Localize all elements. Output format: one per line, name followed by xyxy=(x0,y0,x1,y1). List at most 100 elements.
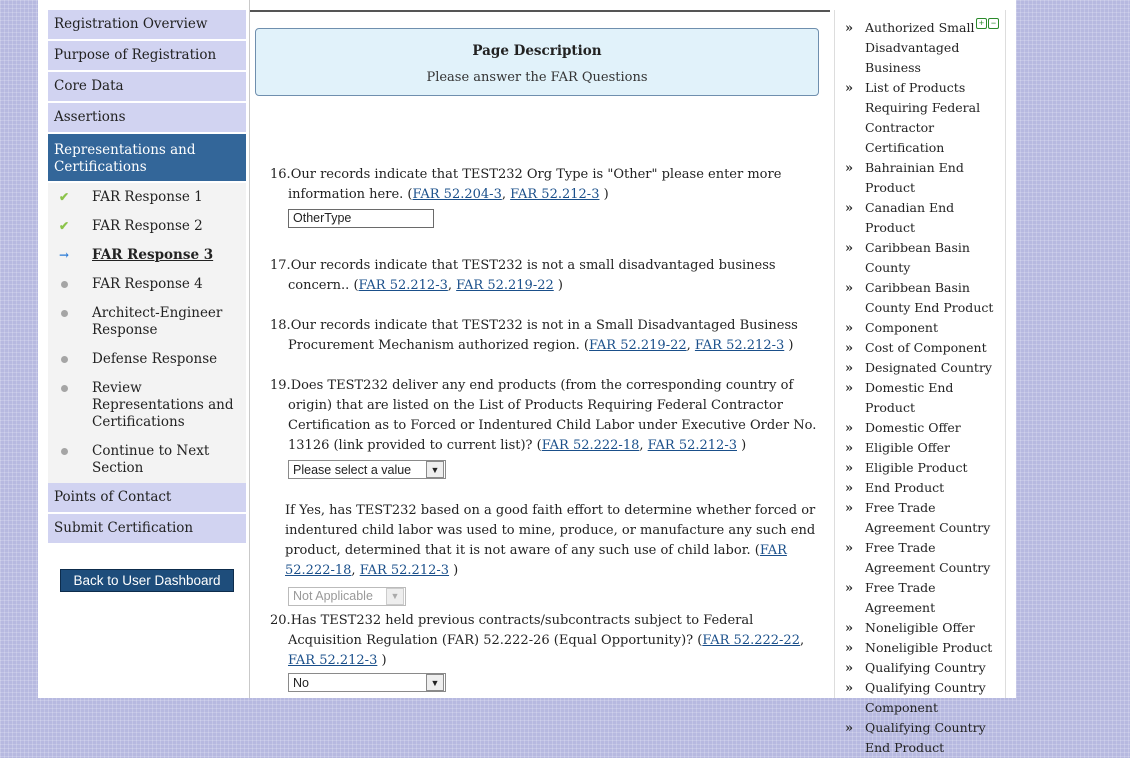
nav-sub-far-response-4[interactable]: FAR Response 4 xyxy=(48,270,246,299)
glossary-item[interactable]: Caribbean Basin County End Product xyxy=(835,278,1005,318)
far-link[interactable]: FAR 52.212-3 xyxy=(695,338,784,353)
glossary-item[interactable]: Free Trade Agreement Country xyxy=(835,498,1005,538)
separator: , xyxy=(447,278,457,293)
glossary-item[interactable]: Cost of Component xyxy=(835,338,1005,359)
question-number: 17. xyxy=(270,258,291,273)
glossary-item[interactable]: Bahrainian End Product xyxy=(835,158,1005,198)
nav-points-of-contact[interactable]: Points of Contact xyxy=(48,483,246,514)
bullet-dot-icon xyxy=(58,351,70,368)
nav-sub-far-response-2[interactable]: ✔ FAR Response 2 xyxy=(48,212,246,241)
question-20: 20.Has TEST232 held previous contracts/s… xyxy=(270,611,820,694)
far-link[interactable]: FAR 52.212-3 xyxy=(360,563,449,578)
far-link[interactable]: FAR 52.212-3 xyxy=(359,278,448,293)
separator: , xyxy=(351,562,360,578)
nav-submit-certification[interactable]: Submit Certification xyxy=(48,514,246,545)
glossary-item[interactable]: Free Trade Agreement Country xyxy=(835,538,1005,578)
nav-sub-far-response-3[interactable]: → FAR Response 3 xyxy=(48,241,246,270)
question-number: 19. xyxy=(270,378,291,393)
nav-core-data[interactable]: Core Data xyxy=(48,72,246,103)
far-link[interactable]: FAR 52.222-18 xyxy=(542,438,640,453)
chevron-down-icon: ▼ xyxy=(386,587,404,605)
equal-opportunity-select[interactable]: No ▼ xyxy=(288,673,446,692)
check-icon: ✔ xyxy=(58,190,70,204)
question-18: 18.Our records indicate that TEST232 is … xyxy=(270,316,820,356)
back-to-dashboard-button[interactable]: Back to User Dashboard xyxy=(60,569,234,592)
far-link[interactable]: FAR 52.222-22 xyxy=(702,633,800,648)
left-navigation: Registration Overview Purpose of Registr… xyxy=(48,10,246,592)
chevron-down-icon: ▼ xyxy=(426,674,444,691)
close-paren: ) xyxy=(599,187,609,202)
question-number: 18. xyxy=(270,318,291,333)
glossary-item[interactable]: Qualifying Country Component xyxy=(835,678,1005,718)
arrow-right-icon: → xyxy=(58,248,70,262)
good-faith-select[interactable]: Not Applicable ▼ xyxy=(288,586,406,606)
far-link[interactable]: FAR 52.219-22 xyxy=(589,338,687,353)
glossary-item[interactable]: End Product xyxy=(835,478,1005,499)
far-link[interactable]: FAR 52.212-3 xyxy=(510,187,599,202)
divider xyxy=(249,0,250,698)
glossary-item[interactable]: Component xyxy=(835,318,1005,339)
nav-sub-far-response-1[interactable]: ✔ FAR Response 1 xyxy=(48,183,246,212)
nav-registration-overview[interactable]: Registration Overview xyxy=(48,10,246,41)
nav-purpose-of-registration[interactable]: Purpose of Registration xyxy=(48,41,246,72)
page-container: Registration Overview Purpose of Registr… xyxy=(38,0,1016,755)
nav-assertions[interactable]: Assertions xyxy=(48,103,246,134)
glossary-item[interactable]: Canadian End Product xyxy=(835,198,1005,238)
nav-sub-defense-response[interactable]: Defense Response xyxy=(48,345,246,374)
nav-sub-list: ✔ FAR Response 1 ✔ FAR Response 2 → FAR Res… xyxy=(48,183,246,483)
page-description-box: Page Description Please answer the FAR Q… xyxy=(255,28,819,96)
glossary-item[interactable]: Qualifying Country End Product xyxy=(835,718,1005,758)
question-number: 16. xyxy=(270,167,291,182)
check-icon: ✔ xyxy=(58,219,70,233)
question-17: 17.Our records indicate that TEST232 is … xyxy=(270,256,820,296)
select-value: Please select a value xyxy=(293,462,412,477)
glossary-item[interactable]: List of Products Requiring Federal Contr… xyxy=(835,78,1005,158)
separator: , xyxy=(639,438,648,453)
far-link[interactable]: FAR 52.212-3 xyxy=(288,653,377,668)
bullet-dot-icon xyxy=(58,305,70,322)
glossary-list: Authorized Small Disadvantaged Business … xyxy=(835,10,1005,758)
glossary-item[interactable]: Eligible Product xyxy=(835,458,1005,479)
bullet-dot-icon xyxy=(58,380,70,397)
glossary-item[interactable]: Designated Country xyxy=(835,358,1005,379)
divider xyxy=(250,10,830,12)
far-link[interactable]: FAR 52.212-3 xyxy=(648,438,737,453)
question-number: 20. xyxy=(270,613,291,628)
nav-sub-architect-engineer[interactable]: Architect-Engineer Response xyxy=(48,299,246,345)
glossary-item[interactable]: Noneligible Offer xyxy=(835,618,1005,639)
glossary-panel: + − Authorized Small Disadvantaged Busin… xyxy=(834,10,1006,755)
followup-text: If Yes, has TEST232 based on a good fait… xyxy=(270,501,820,581)
org-type-input[interactable]: OtherType xyxy=(288,209,434,228)
close-paren: ) xyxy=(377,653,387,668)
page-description-title: Page Description xyxy=(472,43,602,59)
glossary-item[interactable]: Eligible Offer xyxy=(835,438,1005,459)
glossary-item[interactable]: Authorized Small Disadvantaged Business xyxy=(835,18,1005,78)
nav-representations-and-certifications[interactable]: Representations and Certifications xyxy=(48,134,246,183)
close-paren: ) xyxy=(737,438,747,453)
glossary-item[interactable]: Qualifying Country xyxy=(835,658,1005,679)
far-link[interactable]: FAR 52.204-3 xyxy=(412,187,501,202)
glossary-item[interactable]: Domestic End Product xyxy=(835,378,1005,418)
chevron-down-icon: ▼ xyxy=(426,461,444,478)
glossary-item[interactable]: Free Trade Agreement xyxy=(835,578,1005,618)
nav-sub-review[interactable]: Review Representations and Certification… xyxy=(48,374,246,437)
nav-sub-continue[interactable]: Continue to Next Section xyxy=(48,437,246,483)
select-value: Not Applicable xyxy=(293,589,373,603)
separator: , xyxy=(799,633,805,648)
glossary-item[interactable]: Noneligible Product xyxy=(835,638,1005,659)
far-link[interactable]: FAR 52.219-22 xyxy=(456,278,554,293)
separator: , xyxy=(686,338,695,353)
followup-question-text: If Yes, has TEST232 based on a good fait… xyxy=(285,502,816,558)
question-16: 16.Our records indicate that TEST232 Org… xyxy=(270,165,820,228)
question-19: 19.Does TEST232 deliver any end products… xyxy=(270,376,820,607)
close-paren: ) xyxy=(784,338,794,353)
question-text: Has TEST232 held previous contracts/subc… xyxy=(288,613,754,648)
page-description-text: Please answer the FAR Questions xyxy=(426,70,648,85)
close-paren: ) xyxy=(553,278,563,293)
glossary-item[interactable]: Domestic Offer xyxy=(835,418,1005,439)
child-labor-select[interactable]: Please select a value ▼ xyxy=(288,460,446,479)
select-value: No xyxy=(293,675,309,690)
glossary-item[interactable]: Caribbean Basin County xyxy=(835,238,1005,278)
separator: , xyxy=(501,187,511,202)
bullet-dot-icon xyxy=(58,276,70,293)
